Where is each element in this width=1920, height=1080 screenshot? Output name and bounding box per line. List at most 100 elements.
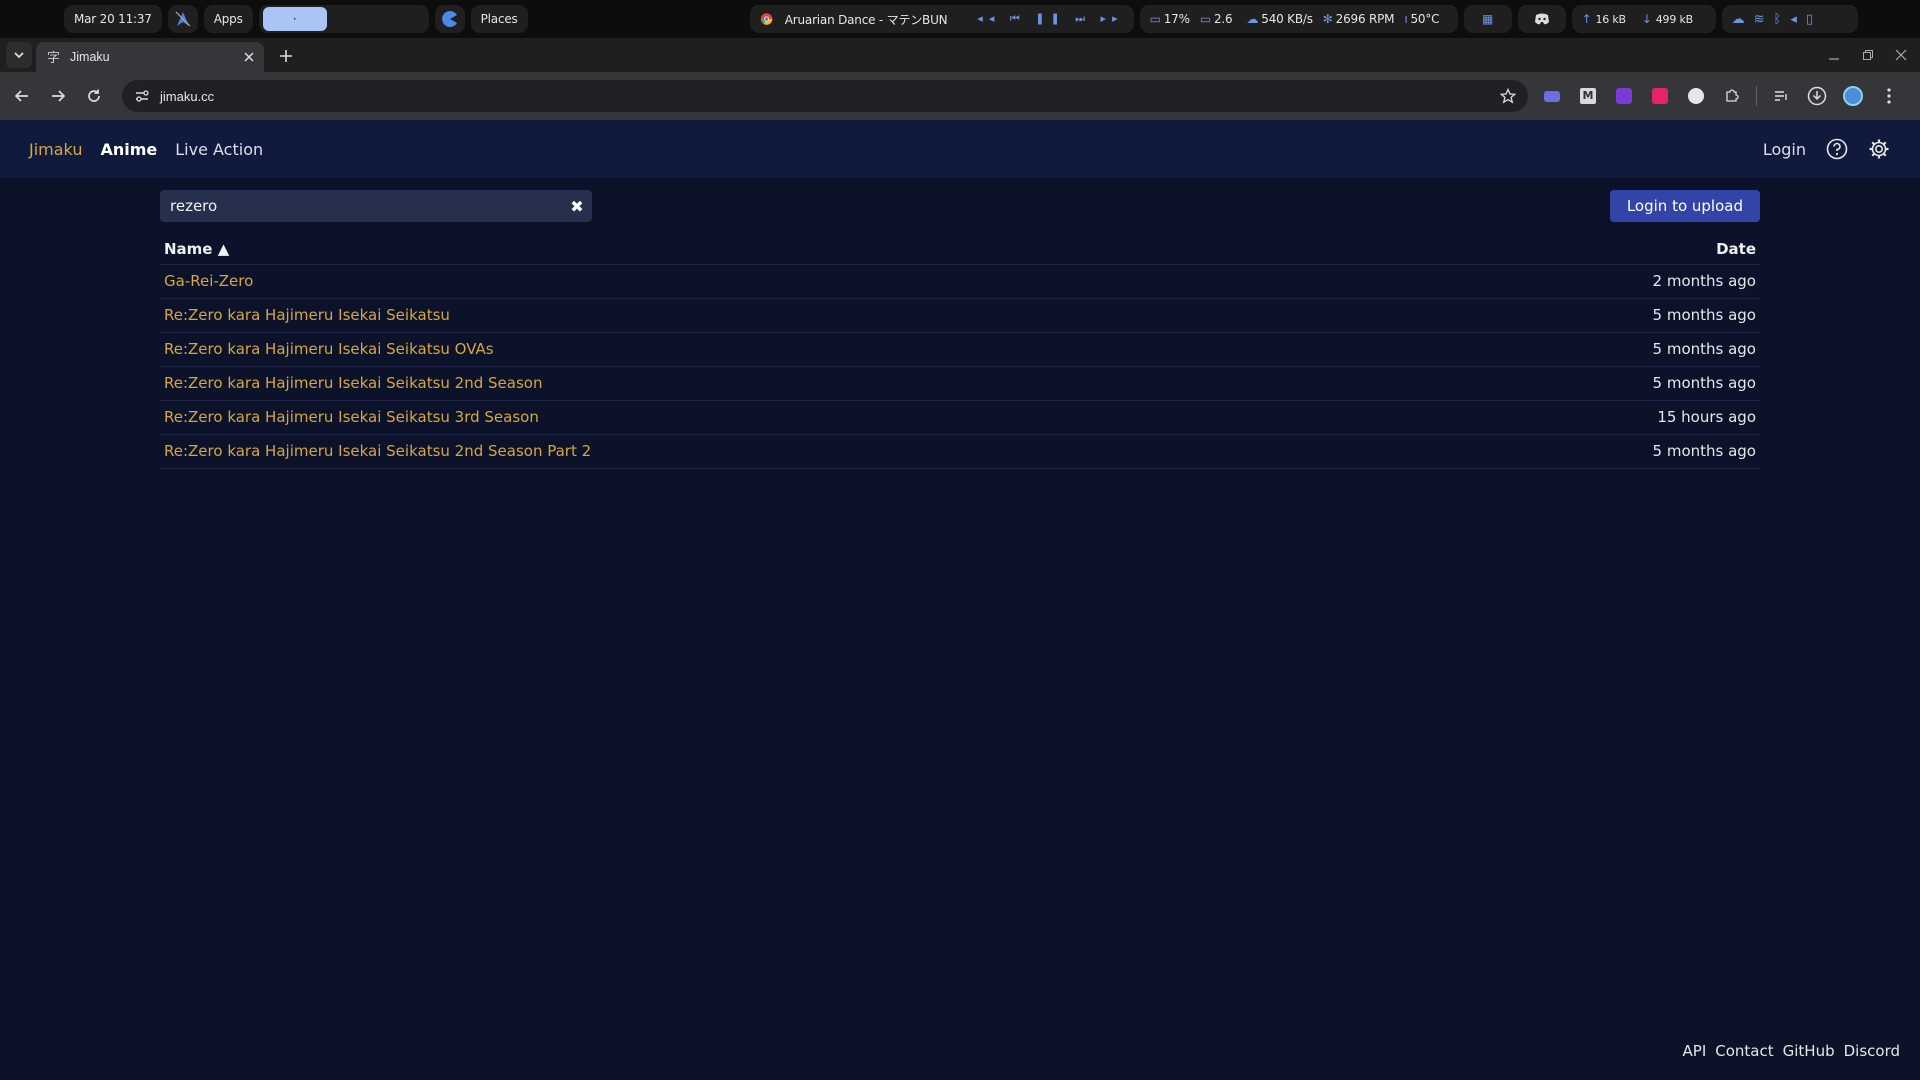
minimize-icon [1829, 58, 1839, 60]
workspace-active[interactable]: · [262, 7, 327, 31]
tray-icons[interactable]: ☁ ≋ ᛒ ◂ ▯ [1721, 5, 1858, 33]
arrow-left-icon [14, 90, 28, 102]
keyboard-icon[interactable]: ▦ [1463, 5, 1512, 33]
table-row: Re:Zero kara Hajimeru Isekai Seikatsu 2n… [160, 434, 1760, 469]
network-traffic[interactable]: ↑ 16 kB ↓ 499 kB [1571, 5, 1716, 33]
footer-discord-link[interactable]: Discord [1844, 1042, 1900, 1060]
nav-live-action[interactable]: Live Action [175, 140, 263, 159]
gear-icon[interactable] [1868, 138, 1890, 160]
temp-value: 50°C [1410, 12, 1440, 26]
brand-logo-link[interactable]: Jimaku [29, 140, 82, 159]
wifi-icon[interactable]: ≋ [1754, 12, 1774, 27]
monitor-icon: ▭ [1199, 12, 1211, 26]
site-navbar: Jimaku Anime Live Action Login [0, 120, 1920, 178]
address-bar[interactable]: jimaku.cc [122, 80, 1528, 112]
name-column-header[interactable]: Name ▲ [160, 234, 1434, 265]
arch-icon[interactable] [167, 5, 198, 33]
load-value: 2.6 [1213, 12, 1233, 26]
tab-jimaku[interactable]: 字 Jimaku [36, 42, 264, 72]
extension-icon-3[interactable] [1612, 84, 1636, 108]
download-arrow-icon: ↓ [1641, 12, 1652, 26]
forward-button[interactable] [42, 80, 74, 112]
search-box: ✖ [160, 190, 592, 222]
entry-link[interactable]: Re:Zero kara Hajimeru Isekai Seikatsu 2n… [160, 366, 1434, 401]
extension-icon-4[interactable] [1648, 84, 1672, 108]
reload-icon [88, 89, 100, 102]
cpu-value: 17% [1163, 12, 1190, 26]
clear-search-icon[interactable]: ✖ [562, 190, 592, 222]
table-row: Ga-Rei-Zero 2 months ago [160, 264, 1760, 299]
entry-link[interactable]: Re:Zero kara Hajimeru Isekai Seikatsu OV… [160, 332, 1434, 367]
places-button[interactable]: Places [470, 5, 528, 33]
footer-api-link[interactable]: API [1683, 1042, 1707, 1060]
upload-arrow-icon: ↑ [1581, 12, 1592, 26]
toolbar-divider [1756, 86, 1757, 106]
bookmark-star-icon[interactable] [1500, 88, 1516, 104]
cloud-icon: ☁ [1246, 12, 1259, 26]
navbar-right: Login [1763, 120, 1890, 178]
table-row: Re:Zero kara Hajimeru Isekai Seikatsu OV… [160, 332, 1760, 367]
site-settings-icon[interactable] [134, 88, 150, 104]
footer-contact-link[interactable]: Contact [1715, 1042, 1773, 1060]
close-tab-icon[interactable] [244, 52, 254, 62]
entry-link[interactable]: Re:Zero kara Hajimeru Isekai Seikatsu 2n… [160, 434, 1434, 469]
media-controls-icon[interactable]: ◂◂ ⏮ ❚❚ ⏭ ▸▸ [977, 12, 1123, 26]
chrome-icon [760, 13, 772, 25]
extension-icon-5[interactable] [1684, 84, 1708, 108]
pacman-icon[interactable] [434, 5, 465, 33]
login-link[interactable]: Login [1763, 140, 1806, 159]
table-row: Re:Zero kara Hajimeru Isekai Seikatsu 5 … [160, 298, 1760, 333]
system-spacer [8, 5, 64, 33]
apps-label: Apps [213, 12, 243, 26]
date-column-header[interactable]: Date [1433, 234, 1760, 265]
url-text: jimaku.cc [160, 88, 215, 104]
close-window-button[interactable] [1895, 38, 1907, 72]
footer-github-link[interactable]: GitHub [1783, 1042, 1835, 1060]
apps-button[interactable]: Apps [203, 5, 253, 33]
entry-link[interactable]: Re:Zero kara Hajimeru Isekai Seikatsu [160, 298, 1434, 333]
media-title: Aruarian Dance - マテンBUN [784, 12, 948, 27]
table-row: Re:Zero kara Hajimeru Isekai Seikatsu 3r… [160, 400, 1760, 435]
profile-avatar[interactable] [1841, 84, 1865, 108]
minimize-button[interactable] [1828, 38, 1840, 72]
download-icon[interactable] [1805, 84, 1829, 108]
login-to-upload-button[interactable]: Login to upload [1609, 190, 1760, 222]
arrow-right-icon [52, 90, 66, 102]
steam-icon[interactable]: ☁ [1732, 12, 1754, 27]
volume-icon[interactable]: ◂ [1790, 12, 1806, 27]
download-value: 499 kB [1655, 12, 1693, 26]
tab-search-button[interactable] [6, 42, 32, 68]
battery-icon[interactable]: ▯ [1806, 12, 1822, 27]
jimaku-favicon-icon: 字 [47, 51, 60, 65]
entry-link[interactable]: Ga-Rei-Zero [160, 264, 1434, 299]
restore-icon [1863, 50, 1873, 60]
entry-link[interactable]: Re:Zero kara Hajimeru Isekai Seikatsu 3r… [160, 400, 1434, 435]
entry-date: 5 months ago [1433, 366, 1760, 401]
workspace-label: · [292, 12, 297, 26]
tab-title: Jimaku [70, 50, 110, 64]
more-menu-icon[interactable] [1877, 84, 1901, 108]
back-button[interactable] [6, 80, 38, 112]
footer: API Contact GitHub Discord [1674, 1042, 1900, 1060]
clock[interactable]: Mar 20 11:37 [64, 5, 162, 33]
help-icon[interactable] [1826, 138, 1848, 160]
bluetooth-icon[interactable]: ᛒ [1774, 12, 1791, 27]
entry-date: 5 months ago [1433, 298, 1760, 333]
media-queue-icon[interactable] [1769, 84, 1793, 108]
entry-date: 5 months ago [1433, 332, 1760, 367]
reload-button[interactable] [78, 80, 110, 112]
search-input[interactable] [160, 197, 562, 215]
extension-icon-2[interactable]: M [1576, 84, 1600, 108]
workspaces[interactable]: · [258, 5, 429, 33]
system-bar: Mar 20 11:37 Apps · Places Aruarian Danc… [0, 0, 1920, 38]
discord-icon[interactable] [1517, 5, 1566, 33]
entry-date: 5 months ago [1433, 434, 1760, 469]
media-player[interactable]: Aruarian Dance - マテンBUN ◂◂ ⏮ ❚❚ ⏭ ▸▸ [749, 5, 1134, 33]
puzzle-icon[interactable] [1720, 84, 1744, 108]
new-tab-button[interactable] [272, 42, 300, 70]
system-monitor[interactable]: ▭ 17% ▭ 2.6 ☁ 540 KB/s ✻ 2696 RPM ı 50°C [1139, 5, 1458, 33]
restore-button[interactable] [1862, 38, 1874, 72]
nav-anime[interactable]: Anime [100, 140, 157, 159]
extension-icon-1[interactable] [1540, 84, 1564, 108]
thermometer-icon: ı [1404, 12, 1408, 26]
